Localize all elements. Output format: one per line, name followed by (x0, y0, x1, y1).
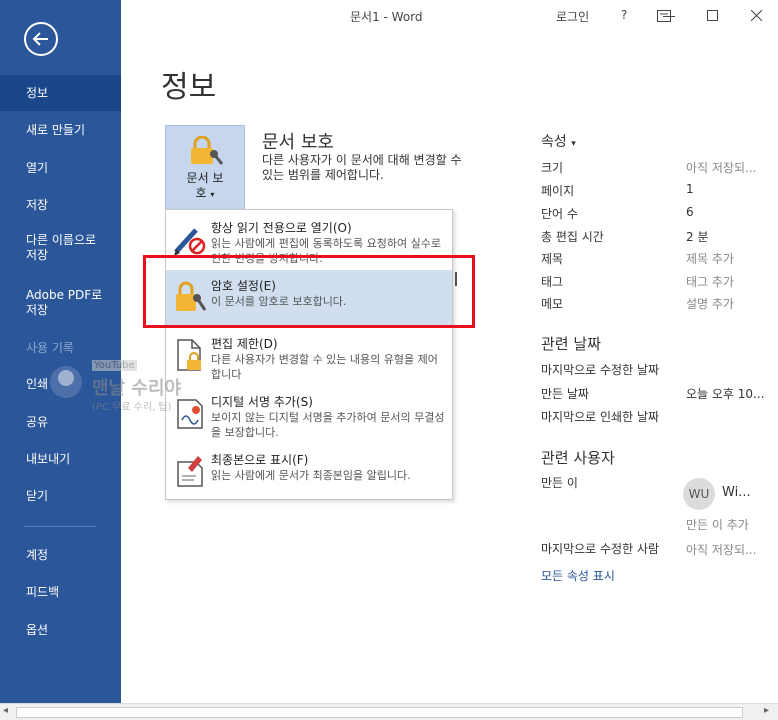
minimize-icon[interactable] (663, 16, 675, 17)
nav-close[interactable]: 닫기 (0, 478, 121, 514)
prop-size-value: 아직 저장되... (686, 161, 757, 175)
prop-tags-input[interactable]: 태그 추가 (686, 273, 734, 290)
nav-open[interactable]: 열기 (0, 150, 121, 186)
prop-comments-label: 메모 (541, 297, 564, 311)
date-printed-label: 마지막으로 인쇄한 날짜 (541, 410, 660, 424)
dates-heading: 관련 날짜 (541, 335, 601, 353)
nav-save-pdf[interactable]: Adobe PDF로 저장 (0, 285, 121, 325)
menu-item-desc: 다른 사용자가 변경할 수 있는 내용의 유형을 제어합니다 (211, 353, 438, 381)
maximize-icon[interactable] (707, 10, 718, 21)
properties-heading[interactable]: 속성 ▾ (541, 131, 576, 151)
channel-watermark: YouTube 맨날 수리야 (PC 무료 수리, 팁) (48, 358, 198, 418)
show-all-properties-link[interactable]: 모든 속성 표시 (541, 567, 615, 584)
pencil-prohibited-icon (174, 228, 206, 256)
properties-caret-icon: ▾ (571, 139, 576, 149)
nav-options[interactable]: 옵션 (0, 612, 121, 648)
backstage-sidebar: 정보 새로 만들기 열기 저장 다른 이름으로 저장 Adobe PDF로 저장… (0, 0, 121, 703)
properties-heading-text: 속성 (541, 134, 567, 150)
lock-key-icon (191, 136, 224, 165)
scroll-left-icon[interactable]: ◂ (3, 705, 8, 716)
nav-account[interactable]: 계정 (0, 537, 121, 573)
help-button[interactable]: ? (621, 8, 627, 22)
prop-edit-time-label: 총 편집 시간 (541, 230, 604, 244)
menu-item-desc: 보이지 않는 디지털 서명을 추가하여 문서의 무결성을 보장합니다. (211, 411, 445, 439)
protect-document-button[interactable]: 문서 보 호 ▾ (165, 125, 245, 210)
protect-description: 다른 사용자가 이 문서에 대해 변경할 수 있는 범위를 제어합니다. (262, 153, 462, 182)
prop-pages-value: 1 (686, 182, 694, 196)
avatar: WU (683, 478, 715, 510)
date-modified-label: 마지막으로 수정한 날짜 (541, 363, 660, 377)
menu-item-title: 최종본으로 표시(F) (211, 453, 309, 467)
prop-title-input[interactable]: 제목 추가 (686, 250, 734, 267)
close-icon[interactable] (751, 10, 762, 21)
nav-new[interactable]: 새로 만들기 (0, 112, 121, 148)
last-modified-by-label: 마지막으로 수정한 사람 (541, 542, 660, 556)
menu-item-digital-signature[interactable]: 디지털 서명 추가(S) 보이지 않는 디지털 서명을 추가하여 문서의 무결성… (166, 386, 452, 444)
menu-item-title: 편집 제한(D) (211, 337, 278, 351)
highlight-annotation-box (143, 255, 475, 328)
prop-words-value: 6 (686, 205, 694, 219)
author-label: 만든 이 (541, 476, 578, 490)
protect-button-label-2: 호 ▾ (166, 184, 244, 201)
people-heading: 관련 사용자 (541, 449, 615, 467)
nav-feedback[interactable]: 피드백 (0, 574, 121, 610)
scrollbar-thumb[interactable] (16, 707, 743, 718)
nav-save-as[interactable]: 다른 이름으로 저장 (0, 230, 121, 270)
protect-document-menu: 항상 읽기 전용으로 열기(O) 읽는 사람에게 편집에 동록하도록 요청하여 … (165, 209, 453, 500)
add-author-link[interactable]: 만든 이 추가 (686, 516, 749, 533)
back-arrow-icon (32, 32, 48, 46)
page-title: 정보 (161, 70, 217, 105)
watermark-title: 맨날 수리야 (92, 378, 182, 399)
prop-tags-label: 태그 (541, 275, 564, 289)
last-modified-by-value: 아직 저장되... (686, 543, 757, 557)
prop-title-label: 제목 (541, 252, 564, 266)
watermark-subtitle: (PC 무료 수리, 팁) (92, 402, 172, 413)
horizontal-scrollbar[interactable]: ◂ ▸ (0, 703, 778, 720)
dropdown-caret-icon: ▾ (210, 190, 215, 199)
prop-pages-label: 페이지 (541, 184, 575, 198)
protect-heading: 문서 보호 (262, 132, 334, 153)
author-name[interactable]: Wi... (722, 485, 751, 500)
date-created-label: 만든 날짜 (541, 387, 589, 401)
watermark-logo-icon (50, 366, 82, 398)
title-bar: 문서1 - Word 로그인 ? (121, 0, 778, 32)
watermark-youtube: YouTube (92, 360, 137, 371)
prop-comments-input[interactable]: 설명 추가 (686, 295, 734, 312)
mark-final-icon (177, 456, 203, 487)
menu-item-mark-final[interactable]: 최종본으로 표시(F) 읽는 사람에게 문서가 최종본임을 알립니다. (166, 444, 452, 502)
login-link[interactable]: 로그인 (556, 8, 589, 25)
scroll-right-icon[interactable]: ▸ (764, 705, 769, 716)
menu-item-desc: 읽는 사람에게 문서가 최종본임을 알립니다. (211, 469, 411, 482)
menu-item-restrict-editing[interactable]: 편집 제한(D) 다른 사용자가 변경할 수 있는 내용의 유형을 제어합니다 (166, 328, 452, 386)
prop-edit-time-value: 2 분 (686, 230, 709, 244)
nav-export[interactable]: 내보내기 (0, 441, 121, 477)
date-created-value: 오늘 오후 10... (686, 387, 765, 401)
sidebar-divider (24, 526, 96, 527)
back-button[interactable] (24, 22, 58, 56)
nav-save[interactable]: 저장 (0, 187, 121, 223)
prop-size-label: 크기 (541, 161, 564, 175)
protect-button-label-2-text: 호 (195, 186, 207, 200)
menu-item-title: 디지털 서명 추가(S) (211, 395, 313, 409)
menu-item-title: 항상 읽기 전용으로 열기(O) (211, 221, 352, 235)
window-title: 문서1 - Word (350, 10, 423, 24)
nav-info[interactable]: 정보 (0, 75, 121, 111)
prop-words-label: 단어 수 (541, 207, 578, 221)
